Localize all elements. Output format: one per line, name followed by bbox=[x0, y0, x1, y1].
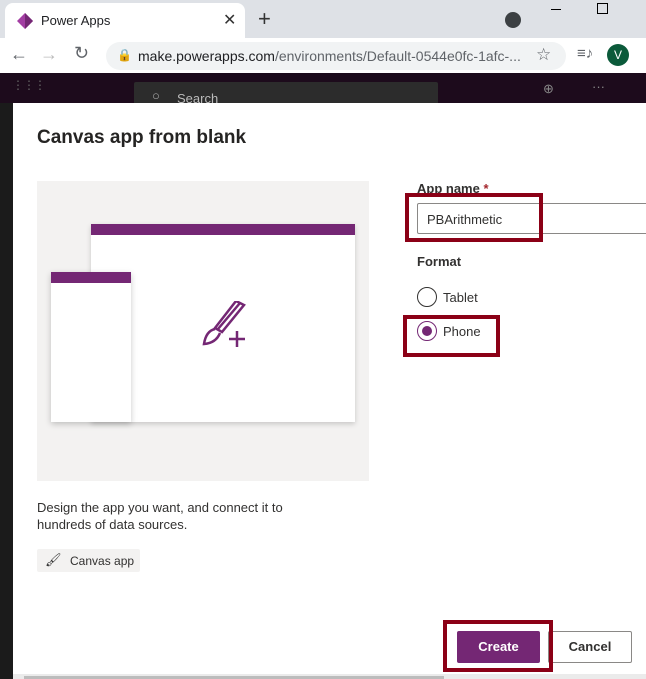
back-icon[interactable]: ← bbox=[10, 44, 28, 65]
paintbrush-icon: 🖌 bbox=[45, 552, 62, 567]
dialog-title: Canvas app from blank bbox=[37, 127, 247, 148]
media-control-icon[interactable]: ≡♪ bbox=[577, 45, 593, 62]
browser-tab[interactable]: Power Apps ✕ bbox=[5, 3, 245, 38]
new-tab-icon[interactable]: + bbox=[258, 6, 271, 32]
radio-tablet-circle[interactable] bbox=[417, 287, 437, 307]
highlight-box-phone bbox=[403, 315, 500, 357]
chip-label: Canvas app bbox=[70, 554, 135, 568]
radio-tablet-label: Tablet bbox=[443, 290, 478, 305]
url-text: make.powerapps.com/environments/Default-… bbox=[138, 48, 521, 64]
lock-icon: 🔒 bbox=[117, 48, 132, 62]
more-icon[interactable]: ··· bbox=[592, 79, 605, 94]
canvas-app-chip: 🖌 Canvas app bbox=[37, 549, 140, 572]
maximize-icon[interactable] bbox=[597, 3, 608, 14]
app-launcher-icon[interactable]: ⋮⋮⋮ bbox=[12, 78, 46, 92]
tab-close-icon[interactable]: ✕ bbox=[223, 10, 236, 30]
left-nav-strip bbox=[0, 103, 13, 679]
power-apps-logo-icon bbox=[17, 13, 33, 29]
globe-icon[interactable]: ⊕ bbox=[543, 81, 554, 97]
bookmark-star-icon[interactable]: ☆ bbox=[536, 45, 551, 65]
url-domain: make.powerapps.com bbox=[138, 48, 275, 64]
format-label: Format bbox=[417, 254, 462, 269]
tab-title: Power Apps bbox=[41, 13, 111, 28]
url-path: /environments/Default-0544e0fc-1afc-... bbox=[274, 48, 521, 64]
minimize-icon[interactable] bbox=[551, 9, 561, 10]
forward-icon[interactable]: → bbox=[40, 44, 58, 65]
highlight-box-create bbox=[443, 620, 553, 672]
search-box[interactable]: ○ Search bbox=[134, 82, 438, 106]
url-bar[interactable]: 🔒 make.powerapps.com/environments/Defaul… bbox=[106, 42, 566, 70]
tab-search-icon[interactable] bbox=[505, 12, 521, 28]
illustration bbox=[37, 181, 369, 481]
cancel-button[interactable]: Cancel bbox=[548, 631, 632, 663]
radio-tablet[interactable]: Tablet bbox=[417, 287, 497, 309]
bottom-scrollbar[interactable] bbox=[13, 674, 646, 679]
dialog-description: Design the app you want, and connect it … bbox=[37, 500, 283, 532]
paintbrush-plus-icon bbox=[202, 301, 246, 347]
phone-illustration bbox=[51, 272, 131, 422]
highlight-box-app-name bbox=[405, 193, 543, 242]
profile-avatar[interactable]: V bbox=[607, 44, 629, 66]
search-icon: ○ bbox=[152, 88, 160, 103]
reload-icon[interactable]: ↻ bbox=[74, 43, 89, 64]
